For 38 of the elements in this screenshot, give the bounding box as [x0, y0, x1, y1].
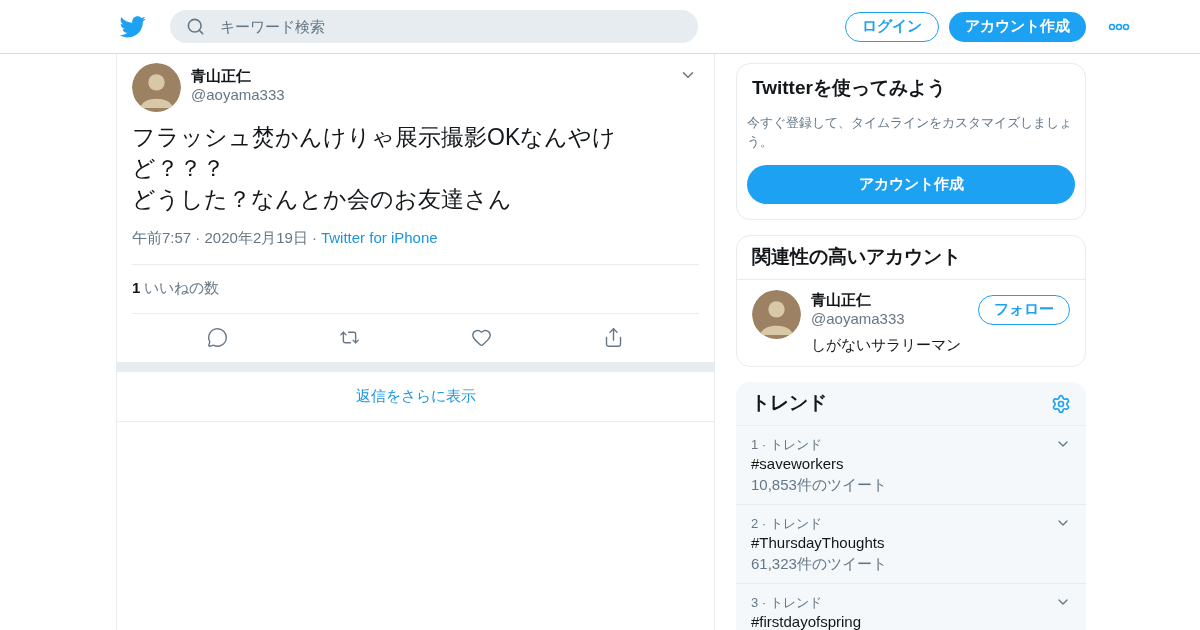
signup-button[interactable]: アカウント作成 — [949, 11, 1086, 42]
avatar[interactable] — [752, 289, 801, 339]
trend-name: #firstdayofspring — [751, 612, 863, 630]
card-title: Twitterを使ってみよう — [751, 76, 947, 100]
related-title: 関連性の高いアカウント — [737, 235, 1085, 280]
trends-title: トレンド — [751, 391, 827, 416]
bird-logo-icon[interactable] — [120, 15, 146, 38]
trend-item[interactable]: 2 · トレンド #ThursdayThoughts 61,323件のツイート — [736, 505, 1086, 584]
search-field[interactable]: キーワード検索 — [170, 10, 698, 43]
settings-icon[interactable] — [1051, 393, 1071, 414]
user-handle[interactable]: @aoyama333 — [191, 85, 669, 104]
trend-rank: 3 · トレンド — [751, 594, 823, 612]
trend-name: #saveworkers — [751, 454, 845, 474]
user-name[interactable]: 青山正仁 — [191, 66, 669, 85]
likes-label[interactable]: いいねの数 — [144, 277, 220, 300]
trend-count: 10,853件のツイート — [751, 475, 888, 495]
avatar[interactable] — [132, 63, 181, 112]
source-link[interactable]: Twitter for iPhone — [320, 227, 438, 250]
account-handle[interactable]: @aoyama333 — [811, 308, 968, 328]
likes-count[interactable]: 1 — [132, 277, 141, 300]
tweet-time[interactable]: 午前7:57 · 2020年2月19日 — [132, 227, 308, 250]
account-bio: しがないサラリーマン — [811, 334, 962, 355]
signup-card-button[interactable]: アカウント作成 — [747, 164, 1075, 204]
account-name[interactable]: 青山正仁 — [811, 289, 968, 309]
trend-item[interactable]: 1 · トレンド #saveworkers 10,853件のツイート — [736, 426, 1086, 505]
trend-count: 61,323件のツイート — [751, 554, 888, 574]
more-icon[interactable] — [1108, 22, 1130, 31]
trend-item[interactable]: 3 · トレンド #firstdayofspring — [736, 584, 1086, 630]
like-icon[interactable] — [470, 327, 492, 348]
card-description: 今すぐ登録して、タイムラインをカスタマイズしましょう。 — [747, 113, 1073, 151]
trend-rank: 1 · トレンド — [751, 436, 823, 454]
tweet-text: フラッシュ焚かんけりゃ展示撮影OKなんやけど？？？ どうした？なんとか会のお友達さん — [132, 123, 618, 214]
search-icon — [186, 17, 205, 36]
more-replies-link[interactable]: 返信をさらに表示 — [355, 384, 476, 408]
trend-rank: 2 · トレンド — [751, 515, 823, 533]
separator-dot: · — [311, 228, 317, 248]
reply-icon[interactable] — [207, 327, 229, 348]
trend-name: #ThursdayThoughts — [751, 533, 886, 553]
